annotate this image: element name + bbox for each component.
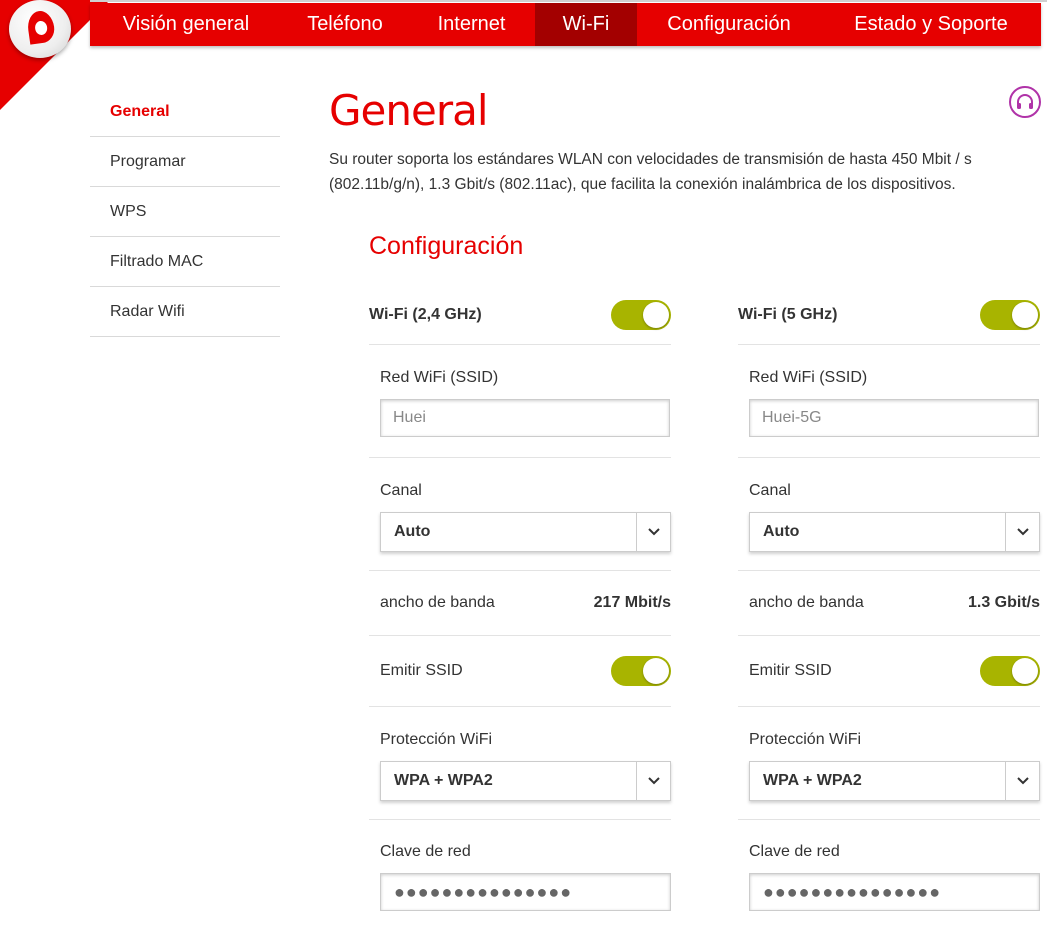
protection-field: Protección WiFi WPA + WPA2: [738, 707, 1040, 820]
password-field: Clave de red ●●●●●●●●●●●●●●●: [738, 820, 1040, 940]
headset-icon: [1017, 94, 1033, 109]
band-label: Wi-Fi (2,4 GHz): [369, 306, 482, 323]
nav-item-configuracion[interactable]: Configuración: [637, 3, 821, 46]
main-nav: Visión general Teléfono Internet Wi-Fi C…: [90, 3, 1041, 46]
chevron-down-icon: [636, 513, 670, 551]
sidebar-item-general[interactable]: General: [90, 87, 280, 137]
broadcast-ssid-toggle[interactable]: [611, 656, 671, 686]
sidebar-item-programar[interactable]: Programar: [90, 137, 280, 187]
password-input[interactable]: ●●●●●●●●●●●●●●●: [380, 873, 671, 911]
top-divider: [90, 0, 1047, 2]
ssid-label: Red WiFi (SSID): [749, 369, 868, 386]
protection-select[interactable]: WPA + WPA2: [380, 761, 671, 801]
ssid-label: Red WiFi (SSID): [380, 369, 499, 386]
sidebar: General Programar WPS Filtrado MAC Radar…: [90, 87, 280, 337]
channel-field: Canal Auto: [738, 458, 1040, 571]
section-title: Configuración: [369, 232, 524, 260]
password-label: Clave de red: [380, 843, 471, 860]
bandwidth-value: 1.3 Gbit/s: [967, 594, 1040, 611]
broadcast-ssid-label: Emitir SSID: [749, 662, 832, 679]
nav-item-vision-general[interactable]: Visión general: [90, 3, 282, 46]
bandwidth-label: ancho de banda: [749, 594, 864, 611]
band-column-5g: Wi-Fi (5 GHz) Red WiFi (SSID) Canal Auto…: [738, 286, 1040, 940]
ssid-input[interactable]: [380, 399, 670, 437]
band-label: Wi-Fi (5 GHz): [738, 306, 838, 323]
protection-select[interactable]: WPA + WPA2: [749, 761, 1040, 801]
bandwidth-value: 217 Mbit/s: [593, 594, 671, 611]
ssid-input[interactable]: [749, 399, 1039, 437]
password-field: Clave de red ●●●●●●●●●●●●●●●: [369, 820, 671, 940]
band-enable-toggle[interactable]: [611, 300, 671, 330]
band-header: Wi-Fi (2,4 GHz): [369, 286, 671, 345]
nav-item-telefono[interactable]: Teléfono: [282, 3, 408, 46]
nav-item-estado-soporte[interactable]: Estado y Soporte: [821, 3, 1041, 46]
channel-field: Canal Auto: [369, 458, 671, 571]
channel-select[interactable]: Auto: [749, 512, 1040, 552]
channel-value: Auto: [394, 523, 431, 540]
bandwidth-label: ancho de banda: [380, 594, 495, 611]
bandwidth-row: ancho de banda 217 Mbit/s: [369, 571, 671, 636]
band-header: Wi-Fi (5 GHz): [738, 286, 1040, 345]
nav-item-wifi[interactable]: Wi-Fi: [535, 3, 637, 46]
protection-label: Protección WiFi: [749, 731, 862, 748]
password-label: Clave de red: [749, 843, 840, 860]
chevron-down-icon: [1005, 513, 1039, 551]
vodafone-logo[interactable]: [9, 0, 71, 58]
nav-item-internet[interactable]: Internet: [408, 3, 535, 46]
page-description: Su router soporta los estándares WLAN co…: [329, 151, 972, 193]
chevron-down-icon: [1005, 762, 1039, 800]
ssid-field: Red WiFi (SSID): [738, 345, 1040, 458]
password-input[interactable]: ●●●●●●●●●●●●●●●: [749, 873, 1040, 911]
channel-label: Canal: [380, 482, 422, 499]
broadcast-ssid-row: Emitir SSID: [369, 636, 671, 707]
ssid-field: Red WiFi (SSID): [369, 345, 671, 458]
protection-field: Protección WiFi WPA + WPA2: [369, 707, 671, 820]
band-column-2g: Wi-Fi (2,4 GHz) Red WiFi (SSID) Canal Au…: [369, 286, 671, 940]
help-icon[interactable]: [1009, 86, 1041, 118]
channel-value: Auto: [763, 523, 800, 540]
sidebar-item-wps[interactable]: WPS: [90, 187, 280, 237]
channel-label: Canal: [749, 482, 791, 499]
broadcast-ssid-toggle[interactable]: [980, 656, 1040, 686]
broadcast-ssid-label: Emitir SSID: [380, 662, 463, 679]
broadcast-ssid-row: Emitir SSID: [738, 636, 1040, 707]
protection-value: WPA + WPA2: [394, 772, 493, 789]
protection-value: WPA + WPA2: [763, 772, 862, 789]
sidebar-item-filtrado-mac[interactable]: Filtrado MAC: [90, 237, 280, 287]
chevron-down-icon: [636, 762, 670, 800]
sidebar-item-radar-wifi[interactable]: Radar Wifi: [90, 287, 280, 337]
channel-select[interactable]: Auto: [380, 512, 671, 552]
page-title: General: [329, 86, 489, 135]
protection-label: Protección WiFi: [380, 731, 493, 748]
bandwidth-row: ancho de banda 1.3 Gbit/s: [738, 571, 1040, 636]
band-enable-toggle[interactable]: [980, 300, 1040, 330]
